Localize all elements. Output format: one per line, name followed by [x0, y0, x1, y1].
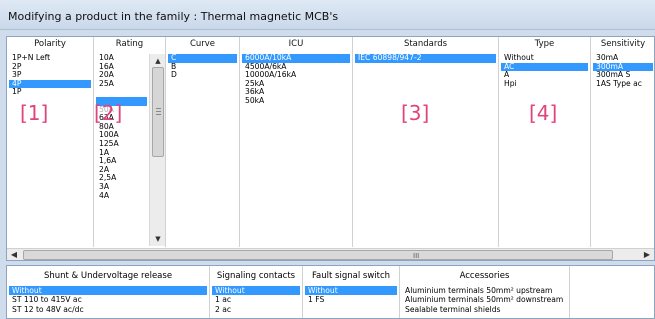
icu-column: ICU 6000A/10kA 4500A/6kA 10000A/16kA 25k… [240, 37, 353, 247]
rating-item[interactable]: 1,6A [96, 157, 147, 166]
polarity-item[interactable]: 3P [9, 71, 91, 80]
type-column: Type Without AC A Hpi [499, 37, 591, 247]
icu-header: ICU [288, 39, 304, 49]
polarity-item-selected[interactable]: 4P [9, 79, 91, 89]
standards-header: Standards [403, 39, 448, 49]
accessory-item[interactable]: Aluminium terminals 50mm² upstream [402, 286, 567, 295]
curve-column: Curve C B D [166, 37, 240, 247]
rating-item[interactable]: 2,5A [96, 174, 147, 183]
curve-item[interactable]: B [168, 63, 237, 72]
shunt-column: Shunt & Undervoltage release Without ST … [7, 266, 210, 318]
rating-item[interactable]: 100A [96, 131, 147, 140]
shunt-item[interactable]: ST 12 to 48V ac/dc [9, 305, 207, 314]
fault-column: Fault signal switch Without 1 FS [303, 266, 400, 318]
fault-item[interactable]: 1 FS [305, 295, 397, 304]
polarity-column: Polarity 1P+N Left 2P 3P 4P 1P [7, 37, 94, 247]
scroll-right-icon[interactable]: ▶ [640, 249, 654, 260]
scroll-down-icon[interactable]: ▼ [150, 232, 166, 246]
title-bar: Modifying a product in the family : Ther… [0, 0, 655, 30]
standards-item-selected[interactable]: IEC 60898/947-2 [355, 54, 496, 63]
rating-item[interactable]: 16A [96, 63, 147, 72]
rating-item[interactable]: 2A [96, 166, 147, 175]
rating-item[interactable]: 10A [96, 54, 147, 63]
icu-item[interactable]: 50kA [242, 97, 350, 106]
rating-header: Rating [115, 39, 144, 49]
curve-item-selected[interactable]: C [168, 54, 237, 63]
rating-scrollbar[interactable]: ▲ ▼ [149, 54, 165, 246]
polarity-item[interactable]: 1P+N Left [9, 54, 91, 63]
grip-icon: III [413, 252, 420, 260]
signaling-column: Signaling contacts Without 1 ac 2 ac [210, 266, 303, 318]
sensitivity-item[interactable]: 1AS Type ac [593, 80, 653, 89]
rating-item[interactable]: 1A [96, 149, 147, 158]
accessories-header: Accessories [459, 271, 510, 281]
icu-item-selected[interactable]: 6000A/10kA [242, 54, 350, 63]
scroll-up-icon[interactable]: ▲ [150, 54, 166, 68]
type-header: Type [534, 39, 555, 49]
signaling-header: Signaling contacts [216, 271, 296, 281]
icu-item[interactable]: 36kA [242, 88, 350, 97]
signaling-item[interactable]: 1 ac [212, 295, 300, 304]
options-panel: Shunt & Undervoltage release Without ST … [6, 265, 655, 319]
accessories-column: Accessories Aluminium terminals 50mm² up… [400, 266, 570, 318]
rating-item[interactable]: 25A [96, 80, 147, 89]
accessory-item[interactable]: Sealable terminal shields [402, 305, 567, 314]
type-item-selected[interactable]: AC [501, 62, 588, 72]
horizontal-scrollbar-thumb[interactable]: III [23, 250, 613, 260]
icu-item[interactable]: 25kA [242, 80, 350, 89]
selection-panel: Polarity 1P+N Left 2P 3P 4P 1P Rating 10… [6, 36, 655, 261]
shunt-item-selected[interactable]: Without [9, 286, 207, 296]
grip-line [156, 114, 161, 115]
rating-item[interactable]: 125A [96, 140, 147, 149]
rating-item[interactable]: 3A [96, 183, 147, 192]
curve-header: Curve [189, 39, 216, 49]
rating-item[interactable]: 20A [96, 71, 147, 80]
rating-item[interactable]: 4A [96, 192, 147, 201]
type-item[interactable]: Without [501, 54, 588, 63]
polarity-header: Polarity [34, 39, 66, 49]
fault-header: Fault signal switch [311, 271, 391, 281]
sensitivity-item[interactable]: 300mA S [593, 71, 653, 80]
horizontal-scrollbar[interactable]: ◀ III ▶ [7, 248, 654, 260]
shunt-item[interactable]: ST 110 to 415V ac [9, 295, 207, 304]
type-item[interactable]: Hpi [501, 80, 588, 89]
sensitivity-item[interactable]: 30mA [593, 54, 653, 63]
curve-item[interactable]: D [168, 71, 237, 80]
sensitivity-header: Sensitivity [600, 39, 646, 49]
icu-item[interactable]: 4500A/6kA [242, 63, 350, 72]
grip-line [156, 111, 161, 112]
annotation-marker-1: [1] [20, 101, 49, 125]
annotation-marker-4: [4] [529, 101, 558, 125]
type-item[interactable]: A [501, 71, 588, 80]
sensitivity-item-selected[interactable]: 300mA [593, 62, 653, 72]
polarity-item[interactable]: 2P [9, 63, 91, 72]
scrollbar-thumb[interactable] [152, 67, 164, 157]
grip-line [156, 108, 161, 109]
icu-item[interactable]: 10000A/16kA [242, 71, 350, 80]
shunt-header: Shunt & Undervoltage release [43, 271, 173, 281]
fault-item-selected[interactable]: Without [305, 286, 397, 296]
signaling-item-selected[interactable]: Without [212, 286, 300, 296]
rating-item[interactable] [96, 88, 147, 97]
annotation-marker-2: [2] [94, 101, 123, 125]
accessory-item[interactable]: Aluminium terminals 50mm² downstream [402, 295, 567, 304]
sensitivity-column: Sensitivity 30mA 300mA 300mA S 1AS Type … [591, 37, 654, 247]
window-title: Modifying a product in the family : Ther… [8, 10, 339, 23]
scroll-left-icon[interactable]: ◀ [7, 249, 21, 260]
signaling-item[interactable]: 2 ac [212, 305, 300, 314]
standards-column: Standards IEC 60898/947-2 [353, 37, 499, 247]
annotation-marker-3: [3] [401, 101, 430, 125]
polarity-item[interactable]: 1P [9, 88, 91, 97]
